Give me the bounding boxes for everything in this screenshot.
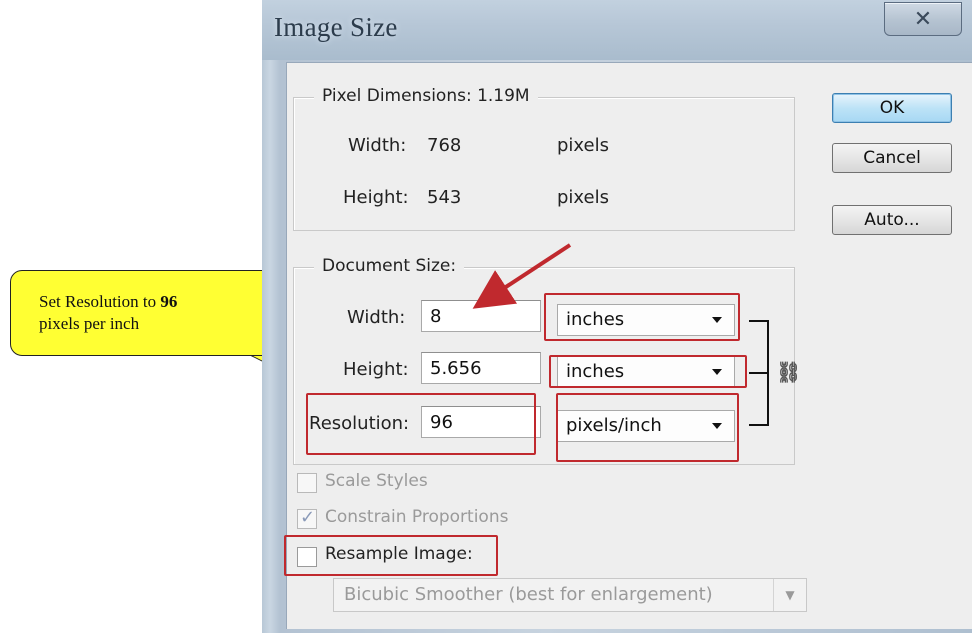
dialog-title: Image Size [274,12,398,42]
highlight-height-unit [549,355,747,388]
highlight-resolution-field [306,393,536,455]
doc-height-input[interactable]: 5.656 [421,352,541,384]
link-bracket-bottom [749,424,769,426]
scale-styles-label: Scale Styles [325,471,428,491]
close-icon: ✕ [913,6,933,32]
pixel-dimensions-group: Pixel Dimensions: 1.19M [293,86,795,231]
chevron-down-icon: ▼ [773,579,806,611]
pixel-width-label: Width: [348,135,407,156]
pixel-height-value: 543 [427,187,462,208]
title-bar[interactable]: Image Size ✕ [262,0,972,60]
doc-height-label: Height: [343,359,409,380]
close-button[interactable]: ✕ [884,2,962,36]
pixel-height-unit: pixels [557,187,609,208]
instruction-callout: Set Resolution to 96 pixels per inch [10,270,302,356]
document-size-title: Document Size: [314,256,465,276]
pixel-width-unit: pixels [557,135,609,156]
doc-width-label: Width: [347,307,406,328]
highlight-resolution-unit [556,393,739,462]
checkmark-icon: ✓ [300,507,316,528]
link-icon: ⛓ [776,360,802,384]
constrain-proportions-checkbox[interactable]: ✓ [297,507,317,529]
resample-method-value: Bicubic Smoother (best for enlargement) [344,584,713,605]
pixel-dimensions-size: 1.19M [477,86,530,106]
ok-button[interactable]: OK [832,93,952,123]
link-bracket-mid [749,372,769,374]
pixel-width-value: 768 [427,135,462,156]
resample-method-select[interactable]: Bicubic Smoother (best for enlargement) … [333,578,807,612]
highlight-width-unit [544,293,740,341]
auto-button[interactable]: Auto... [832,205,952,235]
pixel-height-label: Height: [343,187,409,208]
highlight-resample-checkbox [284,535,498,576]
constrain-proportions-label: Constrain Proportions [325,507,509,527]
link-bracket-top [749,320,769,322]
pixel-dimensions-title: Pixel Dimensions: 1.19M [314,86,538,106]
cancel-button[interactable]: Cancel [832,143,952,173]
callout-text-bold: 96 [160,292,178,311]
scale-styles-checkbox[interactable] [297,473,317,493]
callout-text-prefix: Set Resolution to [39,292,161,311]
callout-text-suffix: pixels per inch [39,314,140,333]
doc-width-input[interactable]: 8 [421,300,541,332]
